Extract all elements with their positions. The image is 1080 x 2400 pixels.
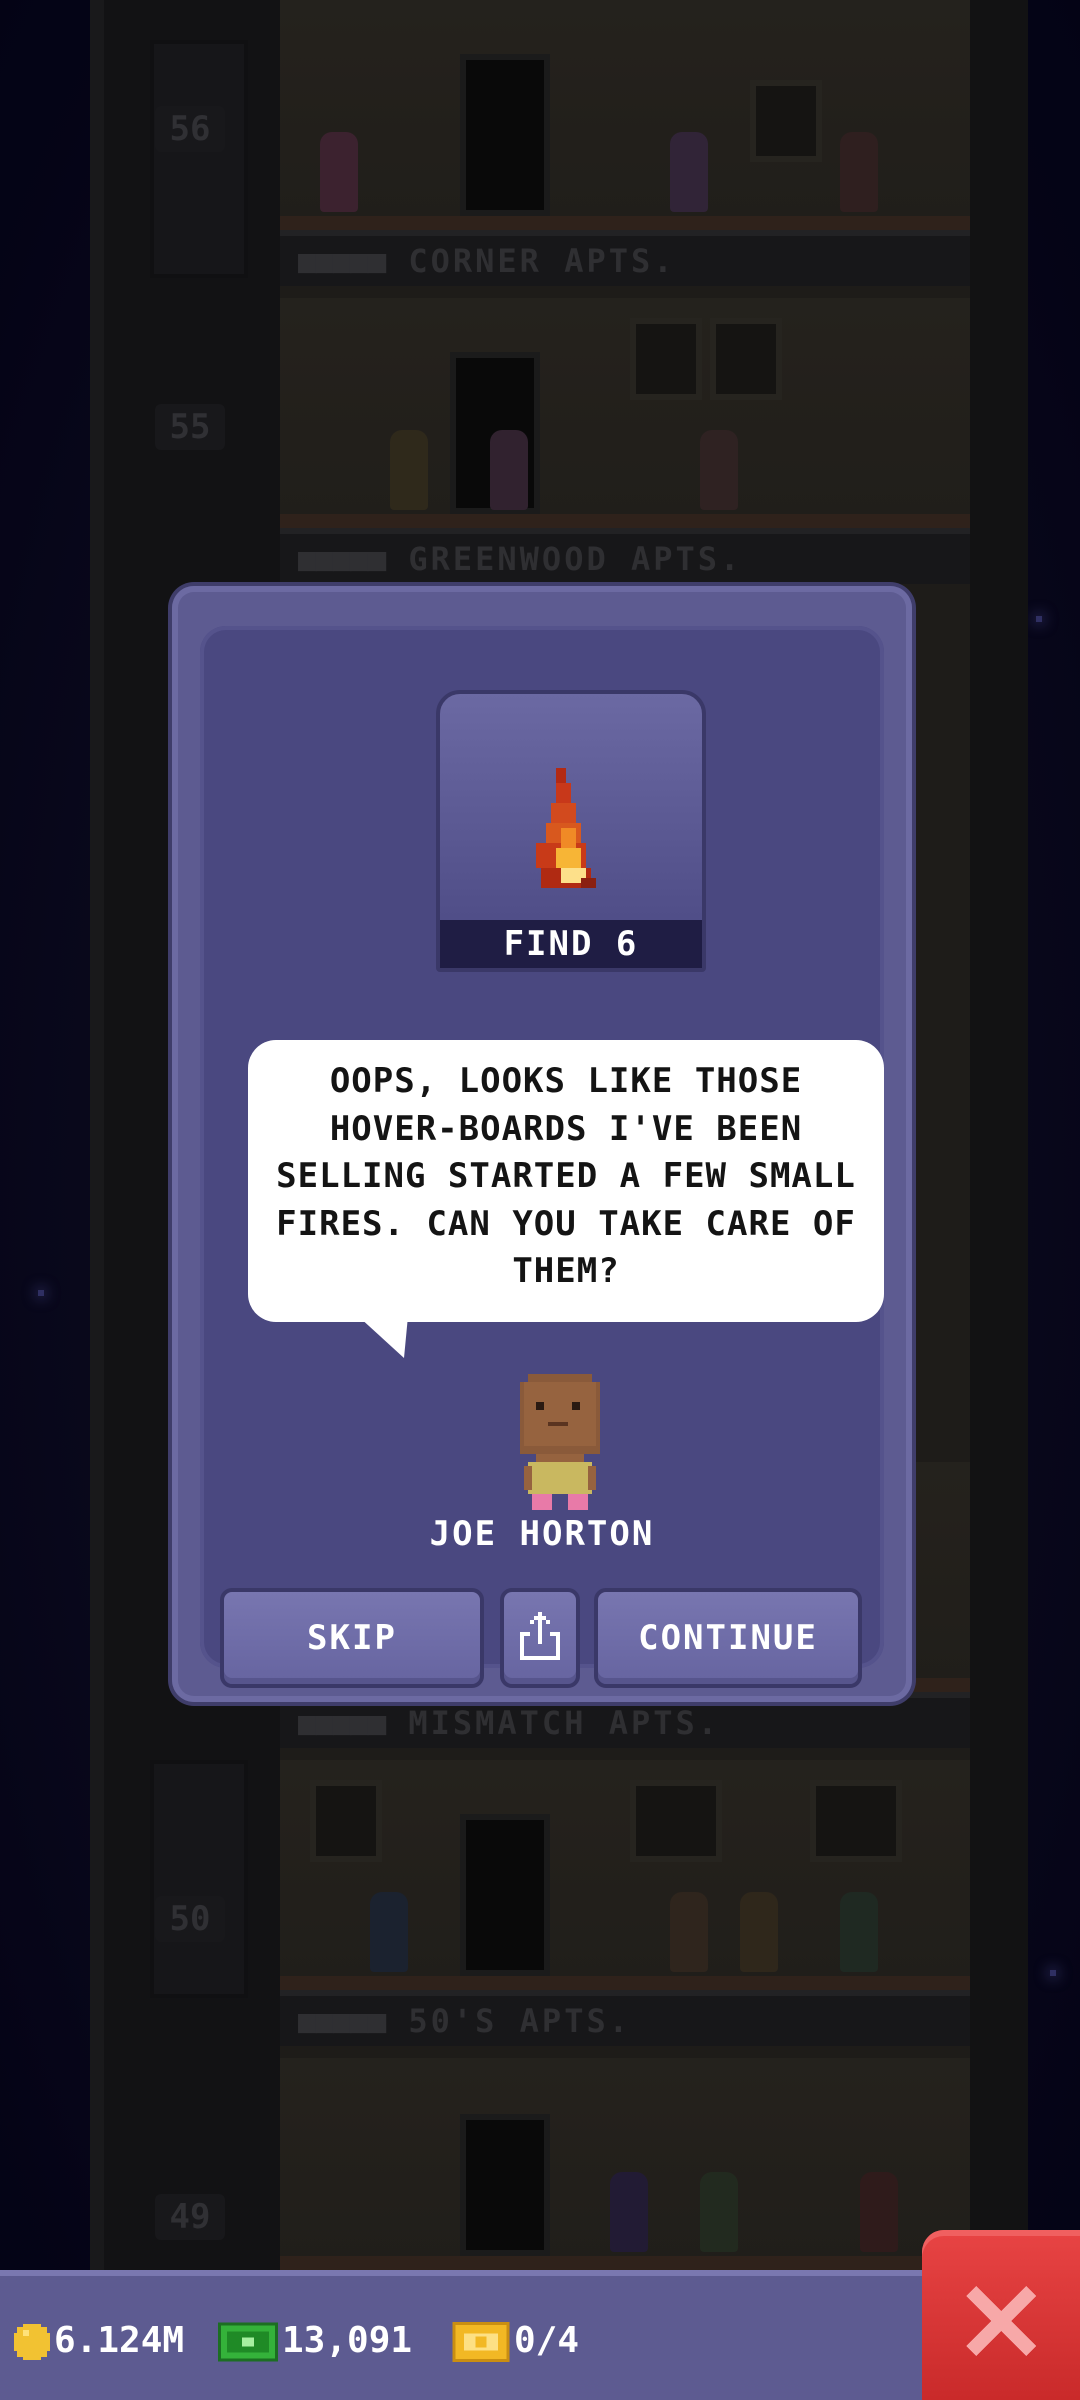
npc-avatar [520, 1374, 600, 1510]
tickets-value: 0/4 [514, 2320, 580, 2361]
continue-button[interactable]: CONTINUE [594, 1588, 862, 1688]
dialog-body: FIND 6 OOPS, LOOKS LIKE THOSE HOVER-BOAR… [200, 626, 884, 1688]
coins-counter[interactable]: 6.124M [14, 2314, 184, 2368]
speech-bubble-tail [358, 1316, 408, 1358]
share-button[interactable] [500, 1588, 580, 1688]
tickets-counter[interactable]: 0/4 [452, 2314, 579, 2368]
close-button[interactable] [922, 2230, 1080, 2400]
npc-message: OOPS, LOOKS LIKE THOSE HOVER-BOARDS I'VE… [276, 1061, 856, 1291]
quest-dialog: FIND 6 OOPS, LOOKS LIKE THOSE HOVER-BOAR… [172, 586, 912, 1702]
status-bar: 6.124M 13,091 0/4 [0, 2270, 1080, 2400]
bux-icon [218, 2322, 278, 2362]
bux-counter[interactable]: 13,091 [218, 2314, 412, 2368]
quest-objective: FIND 6 [440, 920, 702, 968]
game-screen: 56 55 50 49 ■■■■■ CORNER APTS. ■■■■■ GREEN… [0, 0, 1080, 2400]
npc-name: JOE HORTON [429, 1514, 655, 1554]
quest-card: FIND 6 [436, 690, 706, 972]
close-icon [966, 2286, 1036, 2356]
coins-value: 6.124M [54, 2320, 185, 2361]
coin-icon [14, 2324, 50, 2360]
speech-bubble: OOPS, LOOKS LIKE THOSE HOVER-BOARDS I'VE… [248, 1040, 884, 1322]
bux-value: 13,091 [282, 2320, 413, 2361]
fire-icon [536, 768, 596, 888]
share-icon [520, 1612, 560, 1660]
ticket-icon [452, 2322, 510, 2362]
skip-button[interactable]: SKIP [220, 1588, 484, 1688]
